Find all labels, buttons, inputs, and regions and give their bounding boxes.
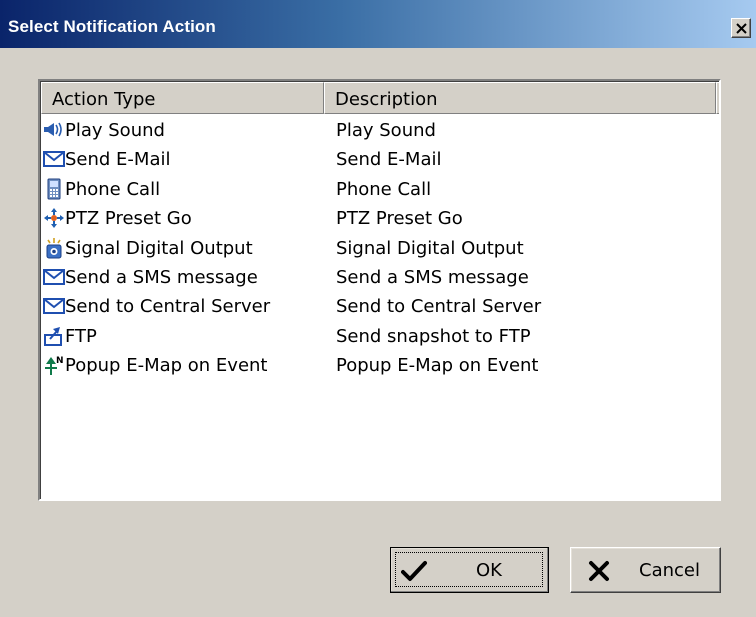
action-type: Play Sound xyxy=(65,120,165,141)
action-type: Phone Call xyxy=(65,178,161,200)
envelope-icon xyxy=(43,266,65,288)
action-type: Send a SMS message xyxy=(65,266,258,288)
list-item[interactable]: Signal Digital Output Signal Digital Out… xyxy=(42,235,719,264)
action-description: Signal Digital Output xyxy=(336,237,524,259)
envelope-icon xyxy=(43,295,65,317)
x-icon xyxy=(588,560,610,587)
action-description: Play Sound xyxy=(336,120,436,141)
checkmark-icon xyxy=(401,560,427,587)
cancel-label: Cancel xyxy=(639,560,700,581)
list-rows: Play Sound Play Sound Send E-Mail Send E… xyxy=(42,117,719,382)
list-header: Action Type Description xyxy=(41,82,719,114)
action-description: Send a SMS message xyxy=(336,266,529,288)
list-item[interactable]: Phone Call Phone Call xyxy=(42,176,719,205)
phone-icon xyxy=(43,178,65,200)
column-header-filler xyxy=(716,82,719,114)
action-description: Popup E-Map on Event xyxy=(336,355,539,377)
action-list[interactable]: Action Type Description Play Sound Play … xyxy=(38,79,721,501)
ok-button[interactable]: OK xyxy=(390,547,549,593)
list-item[interactable]: N Popup E-Map on Event Popup E-Map on Ev… xyxy=(42,352,719,381)
action-type: Send E-Mail xyxy=(65,149,171,171)
envelope-icon xyxy=(43,148,65,170)
notification-action-dialog: Select Notification Action Action Type D… xyxy=(0,0,756,617)
upload-arrow-icon xyxy=(43,325,65,347)
action-type: FTP xyxy=(65,325,97,347)
list-item[interactable]: Send a SMS message Send a SMS message xyxy=(42,264,719,293)
ptz-arrows-icon xyxy=(43,207,65,229)
column-header-description[interactable]: Description xyxy=(324,82,716,114)
speaker-icon xyxy=(43,119,65,141)
list-item[interactable]: PTZ Preset Go PTZ Preset Go xyxy=(42,205,719,234)
action-type: Send to Central Server xyxy=(65,296,271,318)
close-button[interactable] xyxy=(731,18,751,38)
window-title: Select Notification Action xyxy=(8,17,216,36)
cancel-button[interactable]: Cancel xyxy=(570,547,721,593)
list-item[interactable]: Play Sound Play Sound xyxy=(42,117,719,146)
digital-output-icon xyxy=(43,237,65,259)
action-type: Signal Digital Output xyxy=(65,237,253,259)
list-item[interactable]: Send E-Mail Send E-Mail xyxy=(42,146,719,175)
action-type: PTZ Preset Go xyxy=(65,208,192,230)
action-description: PTZ Preset Go xyxy=(336,208,463,230)
list-item[interactable]: Send to Central Server Send to Central S… xyxy=(42,293,719,322)
action-description: Send snapshot to FTP xyxy=(336,325,531,347)
north-arrow-icon: N xyxy=(43,354,65,376)
svg-text:N: N xyxy=(56,356,64,366)
close-icon xyxy=(736,23,747,34)
ok-label: OK xyxy=(476,560,502,581)
action-description: Send E-Mail xyxy=(336,149,442,171)
action-type: Popup E-Map on Event xyxy=(65,355,268,377)
title-bar[interactable]: Select Notification Action xyxy=(0,0,756,48)
list-item[interactable]: FTP Send snapshot to FTP xyxy=(42,323,719,352)
action-description: Send to Central Server xyxy=(336,296,542,318)
action-description: Phone Call xyxy=(336,178,432,200)
column-header-action-type[interactable]: Action Type xyxy=(41,82,324,114)
